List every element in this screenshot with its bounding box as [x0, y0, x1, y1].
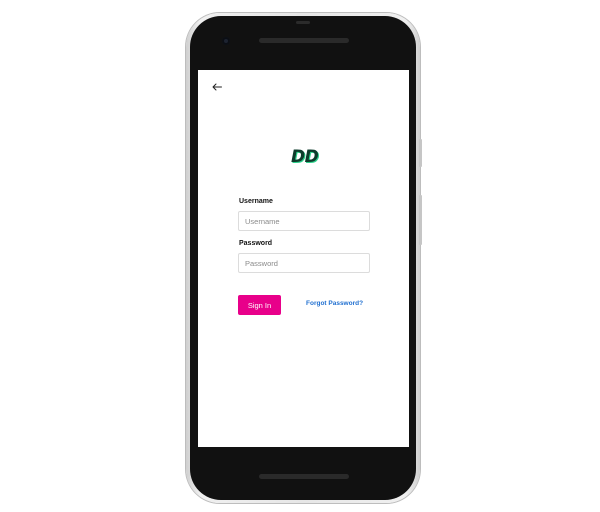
- username-label: Username: [239, 198, 273, 205]
- forgot-password-link[interactable]: Forgot Password?: [306, 300, 363, 307]
- password-label: Password: [239, 240, 273, 247]
- back-button[interactable]: [210, 80, 224, 94]
- volume-button: [419, 195, 422, 245]
- app-logo: DD: [291, 147, 319, 167]
- power-button: [419, 139, 422, 167]
- device-frame-stage: DD Username Password Sign In Forgot Pass…: [0, 0, 600, 512]
- login-screen: DD Username Password Sign In Forgot Pass…: [198, 70, 409, 447]
- password-input[interactable]: [238, 253, 370, 273]
- earpiece-speaker: [259, 38, 349, 43]
- arrow-left-icon: [212, 83, 222, 91]
- front-camera-icon: [222, 37, 230, 45]
- sign-in-button[interactable]: Sign In: [238, 295, 281, 315]
- proximity-sensor: [296, 21, 310, 24]
- bottom-speaker: [259, 474, 349, 479]
- username-input[interactable]: [238, 211, 370, 231]
